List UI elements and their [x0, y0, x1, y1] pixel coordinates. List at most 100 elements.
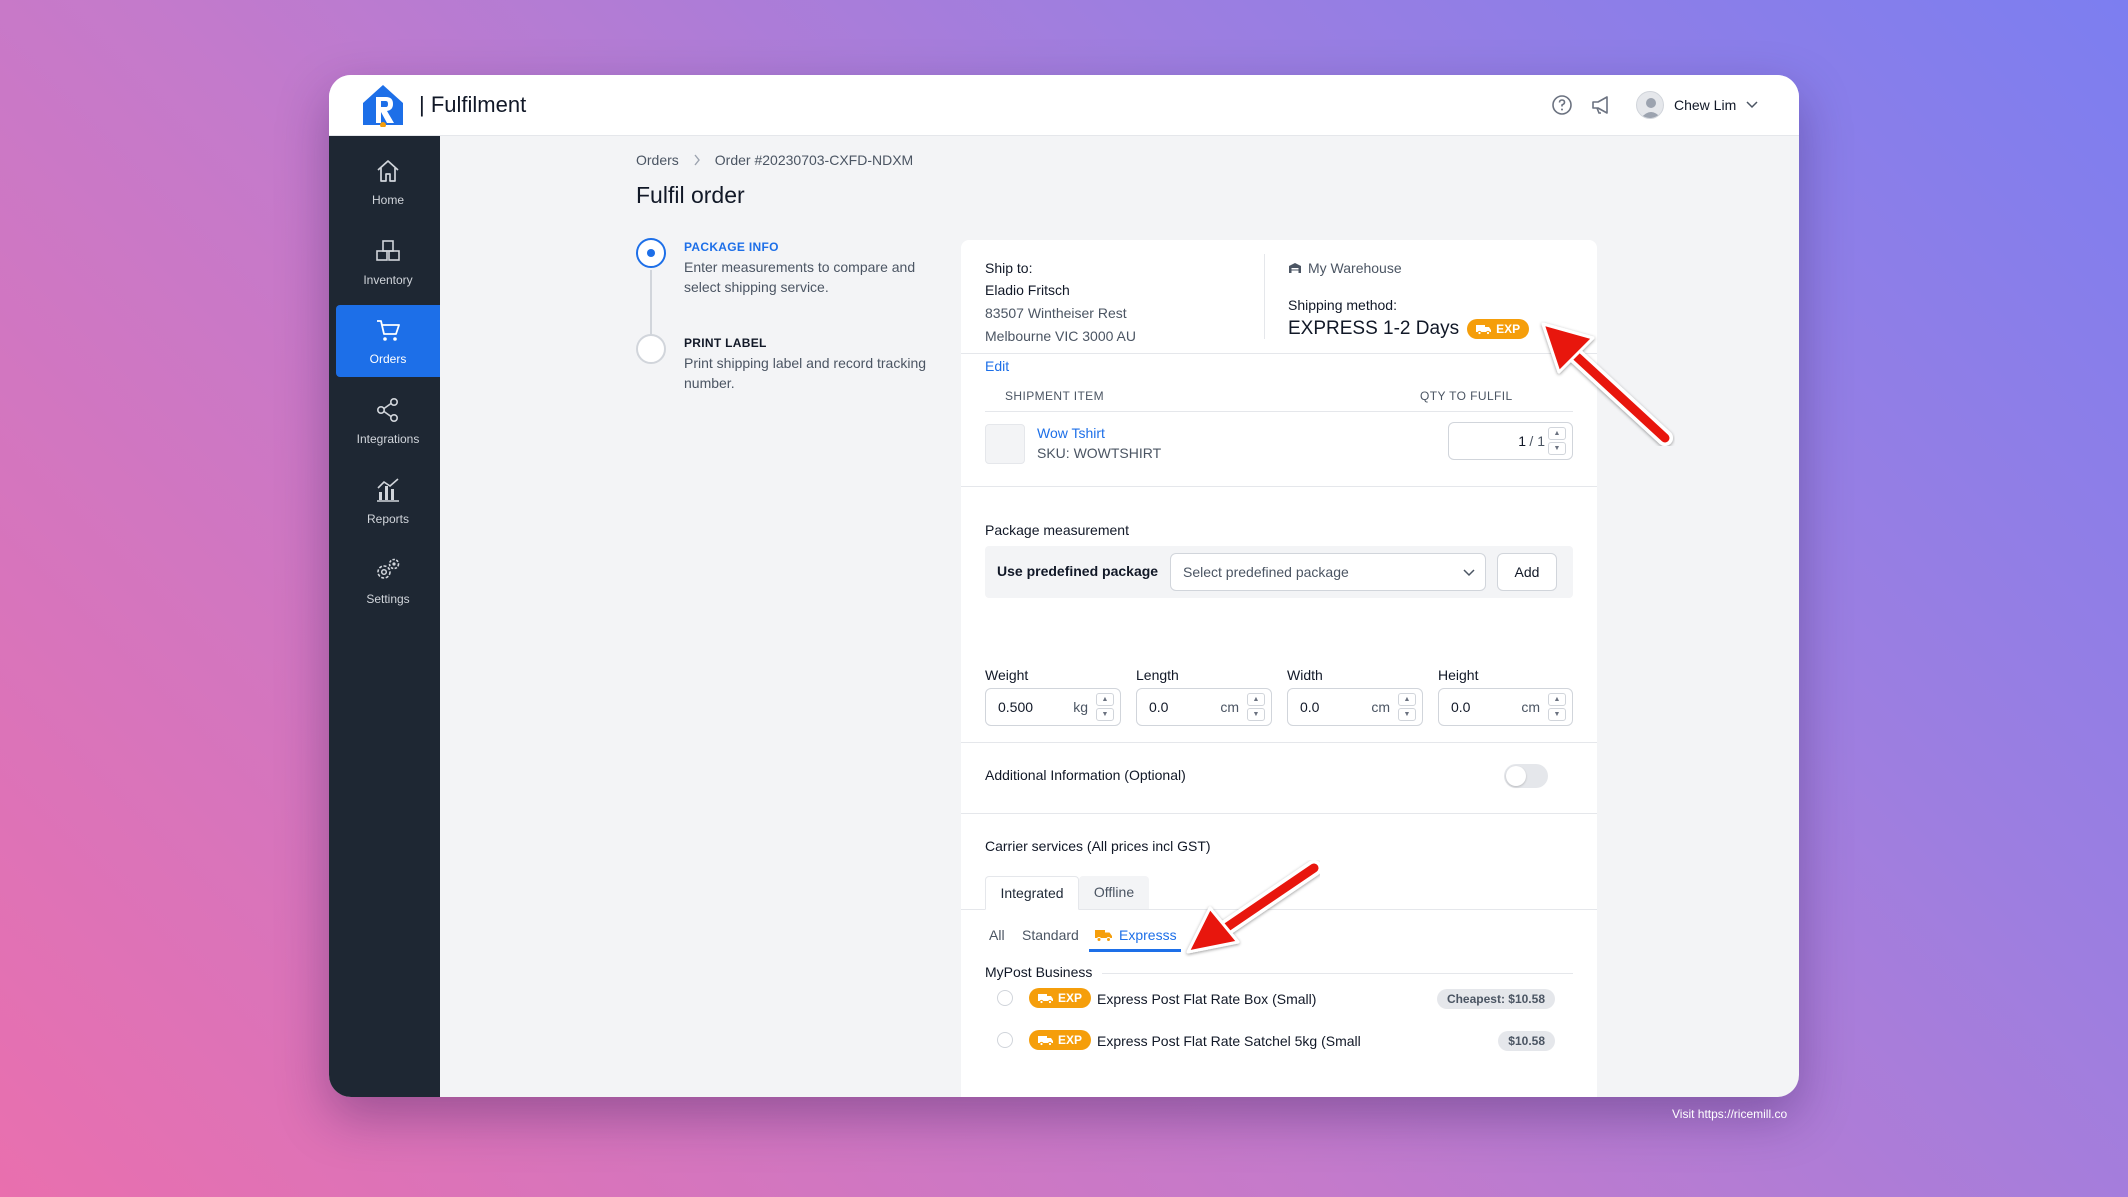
- breadcrumb-orders[interactable]: Orders: [636, 152, 679, 168]
- product-thumbnail: [985, 424, 1025, 464]
- weight-input[interactable]: 0.500 kg ▲ ▼: [985, 688, 1121, 726]
- help-icon[interactable]: [1549, 92, 1575, 118]
- app-brand: | Fulfilment: [419, 92, 527, 117]
- sidebar-item-inventory[interactable]: Inventory: [336, 226, 440, 298]
- sidebar-item-label: Settings: [366, 592, 410, 606]
- height-label: Height: [1438, 667, 1479, 683]
- product-name-link[interactable]: Wow Tshirt: [1037, 425, 1105, 441]
- decrement-icon[interactable]: ▼: [1247, 708, 1265, 721]
- qty-value: 1: [1518, 433, 1526, 449]
- page-title: Fulfil order: [636, 182, 745, 208]
- user-name: Chew Lim: [1674, 97, 1737, 113]
- width-unit: cm: [1371, 699, 1390, 715]
- sidebar-item-label: Orders: [369, 352, 407, 366]
- annotation-arrow: [1541, 322, 1673, 446]
- tab-integrated[interactable]: Integrated: [985, 876, 1079, 910]
- recipient-name: Eladio Fritsch: [985, 282, 1070, 298]
- app-window: | Fulfilment Chew Lim Home Inventory Ord…: [329, 75, 1799, 1097]
- increment-icon[interactable]: ▲: [1398, 693, 1416, 706]
- weight-label: Weight: [985, 667, 1029, 683]
- sidebar-item-label: Inventory: [363, 273, 413, 287]
- height-unit: cm: [1521, 699, 1540, 715]
- select-placeholder: Select predefined package: [1183, 564, 1349, 580]
- height-spinner[interactable]: ▲ ▼: [1548, 693, 1566, 721]
- cart-icon: [377, 320, 400, 341]
- increment-icon[interactable]: ▲: [1548, 693, 1566, 706]
- increment-icon[interactable]: ▲: [1096, 693, 1114, 706]
- service-price: Cheapest: $10.58: [1436, 989, 1555, 1009]
- section-divider: [961, 486, 1597, 487]
- exp-badge: EXP: [1029, 1030, 1092, 1050]
- chevron-right-icon: [694, 154, 700, 166]
- add-package-button[interactable]: Add: [1497, 553, 1557, 591]
- truck-icon: [1095, 930, 1112, 942]
- tab-offline[interactable]: Offline: [1079, 876, 1149, 909]
- ship-to-block: Ship to: Eladio Fritsch 83507 Wintheiser…: [985, 257, 1136, 378]
- step-connector: [650, 270, 652, 336]
- edit-address-link[interactable]: Edit: [985, 355, 1136, 378]
- step-title: PRINT LABEL: [684, 336, 767, 350]
- megaphone-icon[interactable]: [1588, 92, 1614, 118]
- logo-icon[interactable]: [359, 83, 407, 127]
- sidebar-item-label: Reports: [366, 512, 410, 526]
- filter-all[interactable]: All: [989, 927, 1005, 943]
- avatar: [1636, 91, 1664, 119]
- warehouse-icon: [1289, 263, 1301, 273]
- carrier-services-title: Carrier services (All prices incl GST): [985, 838, 1211, 854]
- width-input[interactable]: 0.0 cm ▲ ▼: [1287, 688, 1423, 726]
- decrement-icon[interactable]: ▼: [1548, 708, 1566, 721]
- home-icon: [377, 160, 399, 182]
- sidebar-item-orders[interactable]: Orders: [336, 305, 440, 377]
- width-spinner[interactable]: ▲ ▼: [1398, 693, 1416, 721]
- filter-standard[interactable]: Standard: [1022, 927, 1079, 943]
- exp-badge-label: EXP: [1058, 991, 1083, 1005]
- additional-info-label: Additional Information (Optional): [985, 767, 1186, 783]
- address-line-1: 83507 Wintheiser Rest: [985, 305, 1127, 321]
- exp-badge: EXP: [1029, 988, 1092, 1008]
- length-input[interactable]: 0.0 cm ▲ ▼: [1136, 688, 1272, 726]
- decrement-icon[interactable]: ▼: [1096, 708, 1114, 721]
- service-radio[interactable]: [997, 1032, 1013, 1048]
- section-divider: [961, 353, 1597, 354]
- sidebar-item-settings[interactable]: Settings: [336, 545, 440, 617]
- step-title: PACKAGE INFO: [684, 240, 779, 254]
- breadcrumb: Orders Order #20230703-CXFD-NDXM: [636, 152, 913, 168]
- service-radio[interactable]: [997, 990, 1013, 1006]
- share-icon: [376, 397, 398, 422]
- decrement-icon[interactable]: ▼: [1398, 708, 1416, 721]
- section-divider: [961, 742, 1597, 743]
- chevron-down-icon: [1463, 569, 1475, 577]
- exp-badge-label: EXP: [1496, 322, 1521, 336]
- package-section-title: Package measurement: [985, 522, 1129, 538]
- weight-unit: kg: [1073, 699, 1088, 715]
- increment-icon[interactable]: ▲: [1247, 693, 1265, 706]
- weight-value: 0.500: [998, 699, 1034, 715]
- shipping-method: EXPRESS 1-2 Days EXP: [1288, 318, 1530, 340]
- additional-info-toggle[interactable]: [1504, 764, 1548, 788]
- warehouse-name: My Warehouse: [1308, 260, 1402, 276]
- sidebar-item-label: Integrations: [356, 432, 420, 446]
- predefined-package-select[interactable]: Select predefined package: [1170, 553, 1486, 591]
- carrier-group-title: MyPost Business: [985, 964, 1103, 980]
- column-header-qty: QTY TO FULFIL: [1420, 389, 1513, 403]
- sidebar-item-integrations[interactable]: Integrations: [336, 385, 440, 457]
- gears-icon: [377, 558, 400, 579]
- chart-icon: [377, 478, 399, 502]
- table-divider: [985, 411, 1573, 412]
- predefined-package-label: Use predefined package: [997, 563, 1159, 579]
- user-menu[interactable]: Chew Lim: [1636, 90, 1758, 120]
- filter-express-label: Expresss: [1119, 927, 1177, 943]
- filter-express[interactable]: Expresss: [1095, 927, 1177, 943]
- height-input[interactable]: 0.0 cm ▲ ▼: [1438, 688, 1573, 726]
- sidebar-item-home[interactable]: Home: [336, 146, 440, 218]
- fulfil-card: Ship to: Eladio Fritsch 83507 Wintheiser…: [961, 240, 1597, 1097]
- address-line-2: Melbourne VIC 3000 AU: [985, 328, 1136, 344]
- service-price: $10.58: [1498, 1031, 1555, 1051]
- length-spinner[interactable]: ▲ ▼: [1247, 693, 1265, 721]
- sidebar: Home Inventory Orders Integrations Repor…: [329, 136, 440, 1097]
- ship-to-label: Ship to:: [985, 260, 1033, 276]
- active-filter-underline: [1089, 949, 1181, 952]
- weight-spinner[interactable]: ▲ ▼: [1096, 693, 1114, 721]
- step-description: Enter measurements to compare and select…: [684, 259, 916, 295]
- sidebar-item-reports[interactable]: Reports: [336, 465, 440, 537]
